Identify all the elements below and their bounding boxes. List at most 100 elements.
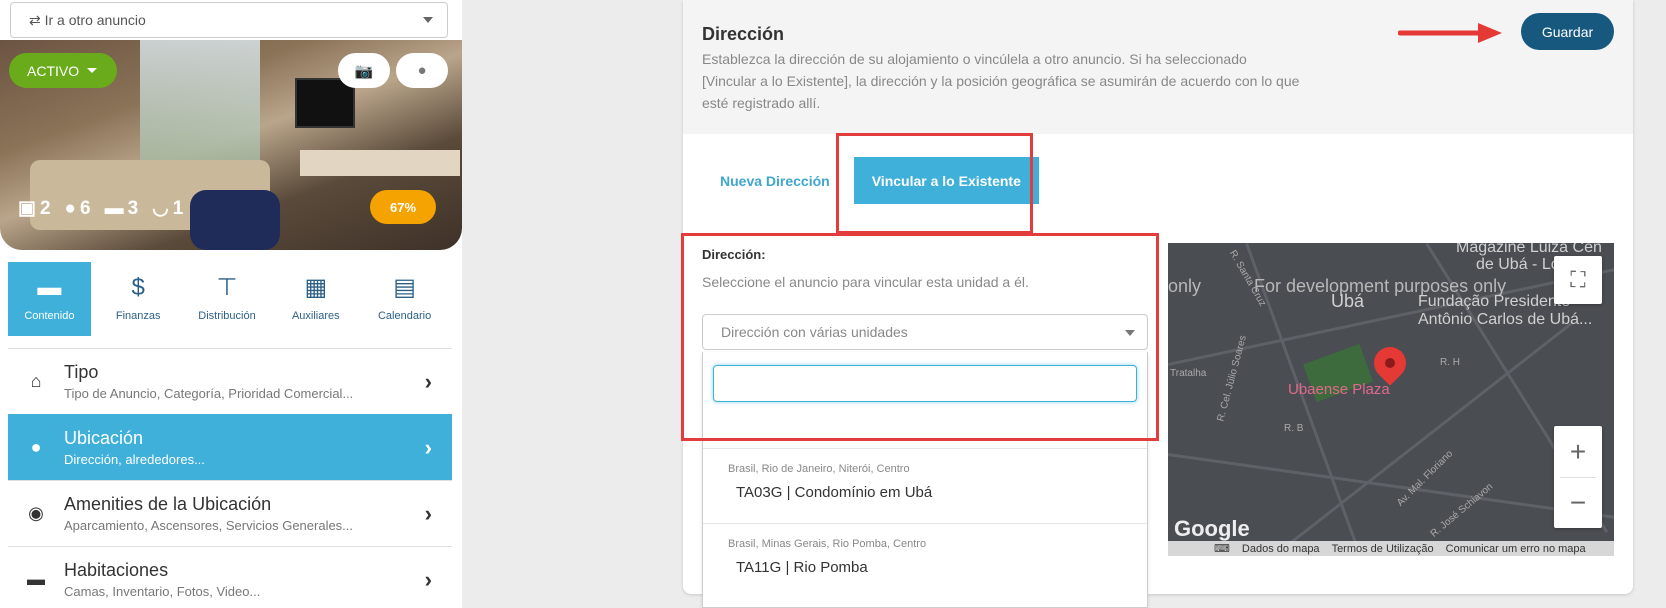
- map-brand-logo: Google: [1174, 516, 1250, 541]
- fullscreen-button[interactable]: ⛶: [1554, 256, 1602, 304]
- tab-label: Contenido: [24, 310, 75, 322]
- user-icon: ●: [64, 197, 77, 219]
- chevron-right-icon: ›: [424, 501, 432, 526]
- section-tabs: ▬ Contenido $ Finanzas ⊤ Distribución ▦ …: [8, 262, 452, 336]
- menu-subtitle: Camas, Inventario, Fotos, Video...: [64, 584, 261, 599]
- stat-rooms: ▣ 2: [18, 197, 51, 220]
- menu-subtitle: Aparcamiento, Ascensores, Servicios Gene…: [64, 518, 354, 533]
- map-street-label: R. B: [1284, 423, 1304, 434]
- chevron-right-icon: ›: [424, 567, 432, 592]
- menu-subtitle: Tipo de Anuncio, Categoría, Prioridad Co…: [64, 386, 354, 401]
- option-location: Brasil, Minas Gerais, Rio Pomba, Centro: [728, 538, 927, 550]
- chevron-right-icon: ›: [424, 369, 432, 394]
- map-footer-link[interactable]: Termos de Utilização: [1332, 543, 1434, 555]
- dollar-icon: $: [131, 274, 145, 301]
- chevron-down-icon: [423, 17, 433, 23]
- map-label: de Ubá - Loj: [1476, 256, 1564, 273]
- highlight-box-tab: [836, 133, 1033, 234]
- save-button[interactable]: Guardar: [1521, 13, 1614, 50]
- map-street-label: Av. Mal. Floriano: [1394, 448, 1456, 509]
- tab-auxiliares[interactable]: ▦ Auxiliares: [274, 262, 357, 336]
- chevron-right-icon: ›: [424, 435, 432, 460]
- menu-item-ubicacion[interactable]: ● Ubicación Dirección, alrededores... ›: [8, 414, 452, 480]
- panel-title: Dirección: [702, 24, 785, 44]
- dropdown-option[interactable]: Brasil, Rio de Janeiro, Niterói, Centro …: [703, 448, 1147, 523]
- bed-icon: ▬: [27, 569, 45, 589]
- map-label: Antônio Carlos de Ubá...: [1418, 311, 1593, 328]
- keyboard-icon[interactable]: ⌨: [1214, 542, 1230, 555]
- home-icon: ⌂: [30, 371, 42, 391]
- menu-title: Tipo: [64, 362, 99, 382]
- map[interactable]: only For development purposes only Ubá M…: [1168, 243, 1614, 556]
- calendar-icon: ▤: [393, 274, 416, 301]
- tab-new-address[interactable]: Nueva Dirección: [702, 157, 848, 204]
- stat-baths: ◡ 1: [152, 197, 183, 220]
- zoom-in-icon[interactable]: +: [1570, 427, 1586, 477]
- goto-label: ⇄ Ir a otro anuncio: [29, 11, 146, 28]
- status-dropdown[interactable]: ACTIVO: [9, 53, 117, 88]
- map-marker-icon[interactable]: [1367, 340, 1413, 386]
- tab-contenido[interactable]: ▬ Contenido: [8, 262, 91, 336]
- photo-chair: [190, 190, 280, 250]
- menu-title: Amenities de la Ubicación: [64, 494, 272, 514]
- menu-item-tipo[interactable]: ⌂ Tipo Tipo de Anuncio, Categoría, Priori…: [8, 348, 452, 414]
- map-street-label: R. Cel. Júlio Soares: [1215, 334, 1249, 423]
- map-street-label: R. H: [1440, 357, 1460, 368]
- listing-photo: ACTIVO 📷 ● ▣ 2 ● 6 ▬ 3 ◡ 1 67%: [0, 40, 462, 250]
- map-label: Magazine Luiza Cen: [1456, 243, 1602, 256]
- tab-label: Auxiliares: [291, 310, 340, 322]
- map-footer-link[interactable]: Comunicar um erro no mapa: [1446, 543, 1586, 555]
- bath-icon: ◡: [152, 198, 169, 219]
- completion-badge: 67%: [370, 190, 436, 224]
- option-location: Brasil, Rio de Janeiro, Niterói, Centro: [728, 463, 910, 475]
- tab-calendario[interactable]: ▤ Calendario: [363, 262, 446, 336]
- stat-rooms-value: 2: [39, 197, 51, 219]
- menu-title: Ubicación: [64, 428, 144, 448]
- stat-guests: ● 6: [65, 197, 91, 220]
- map-poi-label: Ubaense Plaza: [1288, 381, 1390, 398]
- caret-down-icon: [87, 68, 98, 73]
- map-city-label: Ubá: [1331, 291, 1365, 311]
- tab-label: Finanzas: [115, 310, 161, 322]
- status-label: ACTIVO: [27, 62, 80, 79]
- map-footer: ⌨ Dados do mapa Termos de Utilização Com…: [1168, 541, 1614, 556]
- camera-button[interactable]: 📷: [338, 53, 390, 88]
- menu-subtitle: Dirección, alrededores...: [64, 452, 205, 467]
- map-marker-icon: ●: [30, 437, 42, 457]
- photo-window: [140, 40, 260, 160]
- map-street-label: Tratalha: [1170, 368, 1207, 379]
- sidebar: ⇄ Ir a otro anuncio ACTIVO 📷 ● ▣ 2 ● 6 ▬ 3 …: [0, 0, 462, 608]
- sitemap-icon: ⊤: [216, 274, 238, 301]
- tab-finanzas[interactable]: $ Finanzas: [97, 262, 180, 336]
- bed-icon: ▬: [104, 197, 124, 219]
- panel-description: Establezca la dirección de su alojamient…: [702, 51, 1300, 111]
- tab-distribucion[interactable]: ⊤ Distribución: [186, 262, 269, 336]
- highlight-box-field: [681, 233, 1159, 441]
- tab-label: Distribución: [198, 310, 256, 322]
- map-footer-link[interactable]: Dados do mapa: [1242, 543, 1320, 555]
- listing-stats: ▣ 2 ● 6 ▬ 3 ◡ 1: [18, 197, 183, 220]
- fullscreen-icon: ⛶: [1570, 267, 1586, 292]
- photo-cabinet: [300, 150, 460, 176]
- stat-guests-value: 6: [80, 197, 91, 219]
- menu-item-amenities[interactable]: ◉ Amenities de la Ubicación Aparcamiento,…: [8, 480, 452, 546]
- bed-icon: ▬: [37, 274, 62, 301]
- option-name: TA03G | Condomínio em Ubá: [736, 484, 933, 501]
- tab-label: Calendario: [377, 310, 432, 322]
- dropdown-option[interactable]: Brasil, Minas Gerais, Rio Pomba, Centro …: [703, 523, 1147, 598]
- section-menu: ⌂ Tipo Tipo de Anuncio, Categoría, Priori…: [8, 348, 452, 608]
- map-label: Fundação Presidente: [1418, 293, 1571, 310]
- menu-title: Habitaciones: [64, 560, 169, 580]
- goto-listing-select[interactable]: ⇄ Ir a otro anuncio: [10, 2, 448, 38]
- stat-beds-value: 3: [127, 197, 139, 219]
- zoom-control: + −: [1554, 426, 1602, 528]
- zoom-out-icon[interactable]: −: [1560, 477, 1596, 527]
- target-icon: ◉: [28, 503, 44, 523]
- globe-icon: ●: [417, 62, 427, 79]
- map-dev-text-left: only: [1168, 276, 1202, 296]
- cubes-icon: ▦: [304, 274, 328, 301]
- stat-beds: ▬ 3: [105, 197, 139, 220]
- menu-item-habitaciones[interactable]: ▬ Habitaciones Camas, Inventario, Fotos, …: [8, 546, 452, 608]
- cube-icon: ▣: [18, 198, 36, 219]
- globe-button[interactable]: ●: [396, 53, 448, 88]
